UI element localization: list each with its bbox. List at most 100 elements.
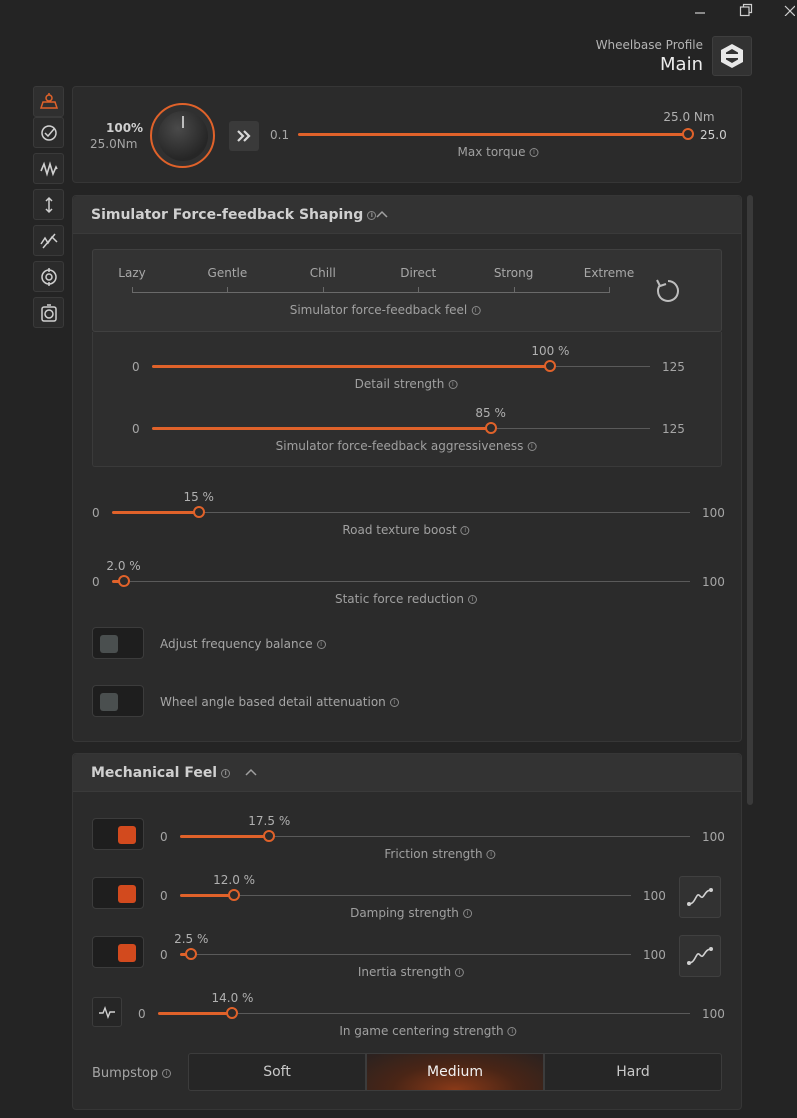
info-icon[interactable]: i xyxy=(527,442,537,451)
profile-name: Main xyxy=(660,54,703,75)
bumpstop-medium[interactable]: Medium xyxy=(366,1053,544,1091)
feel-option-lazy[interactable]: Lazy xyxy=(118,266,145,280)
sidebar-item-filter[interactable] xyxy=(33,225,64,256)
info-icon[interactable]: i xyxy=(221,768,231,778)
inertia-slider-track[interactable] xyxy=(180,954,631,955)
road-min: 0 xyxy=(92,506,100,520)
bumpstop-label: Bumpstop i xyxy=(92,1066,172,1081)
torque-slider-fill xyxy=(298,133,688,136)
feel-option-strong[interactable]: Strong xyxy=(494,266,534,280)
inertia-slider-value: 2.5 % xyxy=(174,932,209,946)
road-max: 100 xyxy=(702,506,725,520)
torque-knob[interactable] xyxy=(150,103,215,168)
static-force-slider-track[interactable] xyxy=(112,581,690,582)
info-icon[interactable]: i xyxy=(468,595,478,604)
close-icon xyxy=(784,5,795,16)
damping-label: Damping strength i xyxy=(350,906,472,920)
damping-slider-thumb[interactable] xyxy=(228,889,241,901)
frequency-balance-label: Adjust frequency balance i xyxy=(160,637,326,651)
info-icon[interactable]: i xyxy=(471,306,481,315)
profile-button[interactable] xyxy=(712,36,752,76)
fast-forward-button[interactable] xyxy=(229,121,259,151)
inertia-toggle[interactable] xyxy=(92,936,144,968)
torque-knob-dial xyxy=(157,110,208,161)
feel-selector-box xyxy=(92,249,722,332)
feel-option-extreme[interactable]: Extreme xyxy=(584,266,635,280)
feel-tick xyxy=(418,287,420,293)
reset-icon[interactable] xyxy=(654,277,682,305)
torque-percent: 100% xyxy=(106,121,144,135)
mechanical-title: Mechanical Feel i xyxy=(91,765,231,781)
restore-button[interactable] xyxy=(734,0,758,20)
toggle-knob xyxy=(100,635,118,653)
centering-graph-button[interactable] xyxy=(92,997,122,1027)
info-icon[interactable]: i xyxy=(448,380,458,389)
damping-curve-button[interactable] xyxy=(679,876,721,918)
damping-slider-fill xyxy=(180,894,235,897)
feel-option-direct[interactable]: Direct xyxy=(400,266,436,280)
feel-tick xyxy=(513,287,515,293)
minimize-button[interactable] xyxy=(688,0,712,20)
friction-toggle[interactable] xyxy=(92,818,144,850)
close-button[interactable] xyxy=(780,0,797,20)
road-texture-slider-thumb[interactable] xyxy=(192,506,205,518)
vertical-arrows-icon xyxy=(44,196,53,213)
bumpstop-soft[interactable]: Soft xyxy=(188,1053,366,1091)
info-icon[interactable]: i xyxy=(460,526,470,535)
centering-slider-value: 14.0 % xyxy=(211,991,254,1005)
inertia-min: 0 xyxy=(160,948,168,962)
angle-attenuation-toggle[interactable] xyxy=(92,685,144,717)
minimize-icon xyxy=(695,12,705,14)
waveform-icon xyxy=(39,160,58,177)
sidebar-item-effects[interactable] xyxy=(33,153,64,184)
frequency-balance-toggle[interactable] xyxy=(92,627,144,659)
feel-option-chill[interactable]: Chill xyxy=(310,266,336,280)
friction-slider-value: 17.5 % xyxy=(248,814,291,828)
aggressiveness-max: 125 xyxy=(662,422,685,436)
centering-label: In game centering strength i xyxy=(339,1024,517,1038)
torque-knob-indicator xyxy=(181,115,184,128)
sidebar-item-gauge[interactable] xyxy=(33,117,64,148)
bumpstop-option-label: Hard xyxy=(616,1064,650,1080)
info-icon[interactable]: i xyxy=(529,148,539,157)
static-force-slider-thumb[interactable] xyxy=(117,575,130,587)
road-texture-slider-fill xyxy=(112,511,199,514)
inertia-curve-button[interactable] xyxy=(679,935,721,977)
info-icon[interactable]: i xyxy=(507,1027,517,1036)
bumpstop-option-label: Soft xyxy=(263,1064,291,1080)
sidebar-item-wheelbase[interactable] xyxy=(33,86,64,117)
scrollbar[interactable] xyxy=(747,195,753,805)
static-min: 0 xyxy=(92,575,100,589)
collapse-chevron-icon[interactable] xyxy=(376,209,388,219)
bumpstop-hard[interactable]: Hard xyxy=(544,1053,722,1091)
info-icon[interactable]: i xyxy=(316,640,326,649)
inertia-max: 100 xyxy=(643,948,666,962)
sidebar-item-target[interactable] xyxy=(33,261,64,292)
torque-slider-thumb[interactable] xyxy=(682,128,694,140)
feel-tick xyxy=(322,287,324,293)
info-icon[interactable]: i xyxy=(462,909,472,918)
aggressiveness-label: Simulator force-feedback aggressiveness i xyxy=(276,439,537,453)
torque-min: 0.1 xyxy=(270,128,290,142)
collapse-chevron-icon[interactable] xyxy=(245,767,257,777)
info-icon[interactable]: i xyxy=(486,850,496,859)
sidebar-item-range[interactable] xyxy=(33,189,64,220)
aggressiveness-slider-fill xyxy=(152,427,491,430)
torque-label: Max torque i xyxy=(458,145,539,159)
friction-max: 100 xyxy=(702,830,725,844)
friction-slider-fill xyxy=(180,835,270,838)
feel-option-gentle[interactable]: Gentle xyxy=(208,266,248,280)
aggressiveness-slider-value: 85 % xyxy=(475,406,506,420)
info-icon[interactable]: i xyxy=(389,698,399,707)
centering-min: 0 xyxy=(138,1007,146,1021)
damping-toggle[interactable] xyxy=(92,877,144,909)
info-icon[interactable]: i xyxy=(455,968,465,977)
road-label: Road texture boost i xyxy=(342,523,470,537)
info-icon[interactable]: i xyxy=(162,1069,172,1078)
toggle-knob xyxy=(100,693,118,711)
sidebar-item-timer[interactable] xyxy=(33,297,64,328)
muted-signal-icon xyxy=(39,233,58,248)
damping-slider-track[interactable] xyxy=(180,895,631,896)
aggressiveness-slider-thumb[interactable] xyxy=(484,422,497,434)
info-icon[interactable]: i xyxy=(367,210,377,220)
